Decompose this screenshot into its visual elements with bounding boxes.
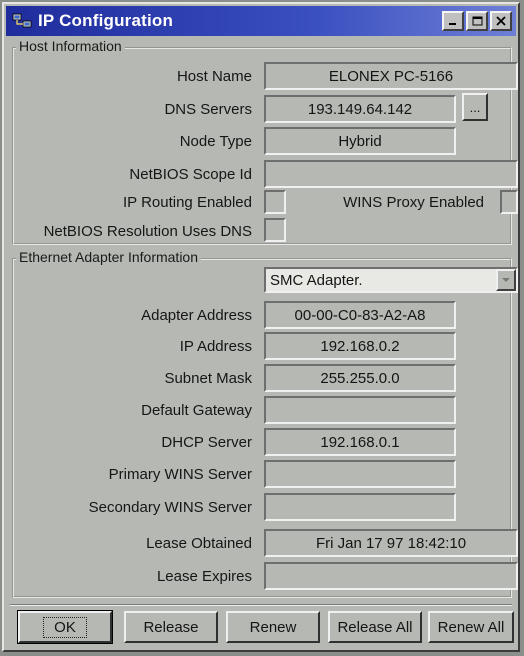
secondary-wins-server-label: Secondary WINS Server <box>88 499 252 516</box>
ok-button[interactable]: OK <box>17 610 113 644</box>
node-type-field: Hybrid <box>264 127 456 155</box>
adapter-address-field: 00-00-C0-83-A2-A8 <box>264 301 456 329</box>
maximize-icon <box>468 13 486 29</box>
lease-obtained-label: Lease Obtained <box>146 535 252 552</box>
release-button[interactable]: Release <box>124 611 218 643</box>
default-gateway-field <box>264 396 456 424</box>
secondary-wins-server-field <box>264 493 456 521</box>
ok-button-label: OK <box>43 616 87 638</box>
netbios-resolution-dns-label: NetBIOS Resolution Uses DNS <box>43 223 252 240</box>
window-title: IP Configuration <box>38 11 174 30</box>
host-name-label: Host Name <box>176 68 252 85</box>
primary-wins-server-label: Primary WINS Server <box>108 466 252 483</box>
host-name-field: ELONEX PC-5166 <box>264 62 518 90</box>
minimize-button[interactable] <box>442 11 464 31</box>
dhcp-server-label: DHCP Server <box>161 434 252 451</box>
maximize-button[interactable] <box>466 11 488 31</box>
primary-wins-server-field <box>264 460 456 488</box>
renew-all-button[interactable]: Renew All <box>428 611 514 643</box>
lease-expires-field <box>264 562 518 590</box>
dns-servers-label: DNS Servers <box>164 101 252 118</box>
lease-expires-label: Lease Expires <box>156 568 252 585</box>
dns-servers-field: 193.149.64.142 <box>264 95 456 123</box>
default-gateway-label: Default Gateway <box>141 402 252 419</box>
subnet-mask-label: Subnet Mask <box>164 370 252 387</box>
close-button[interactable] <box>490 11 512 31</box>
release-all-button[interactable]: Release All <box>328 611 422 643</box>
button-separator <box>10 604 512 606</box>
minimize-icon <box>444 13 462 29</box>
ip-address-label: IP Address <box>179 338 252 355</box>
wins-proxy-enabled-checkbox[interactable] <box>500 190 518 214</box>
ip-configuration-window: IP Configuration Host Information Host N… <box>2 2 520 652</box>
lease-obtained-field: Fri Jan 17 97 18:42:10 <box>264 529 518 557</box>
netbios-scope-id-label: NetBIOS Scope Id <box>129 166 252 183</box>
dhcp-server-field: 192.168.0.1 <box>264 428 456 456</box>
dns-servers-more-button[interactable]: ... <box>462 93 488 121</box>
title-bar[interactable]: IP Configuration <box>6 6 516 36</box>
close-icon <box>492 13 510 29</box>
netbios-scope-id-field <box>264 160 518 188</box>
adapter-address-label: Adapter Address <box>141 307 252 324</box>
wins-proxy-enabled-label: WINS Proxy Enabled <box>343 194 484 211</box>
adapter-select-value: SMC Adapter. <box>270 271 363 289</box>
node-type-label: Node Type <box>179 133 252 150</box>
subnet-mask-field: 255.255.0.0 <box>264 364 456 392</box>
network-computer-icon <box>12 13 32 28</box>
chevron-down-icon[interactable] <box>496 269 516 291</box>
ip-routing-enabled-checkbox[interactable] <box>264 190 286 214</box>
renew-button[interactable]: Renew <box>226 611 320 643</box>
ip-address-field: 192.168.0.2 <box>264 332 456 360</box>
netbios-resolution-dns-checkbox[interactable] <box>264 218 286 242</box>
ethernet-adapter-legend: Ethernet Adapter Information <box>16 249 201 265</box>
adapter-select[interactable]: SMC Adapter. <box>264 267 518 293</box>
ip-routing-enabled-label: IP Routing Enabled <box>123 194 252 211</box>
host-information-legend: Host Information <box>16 38 125 54</box>
